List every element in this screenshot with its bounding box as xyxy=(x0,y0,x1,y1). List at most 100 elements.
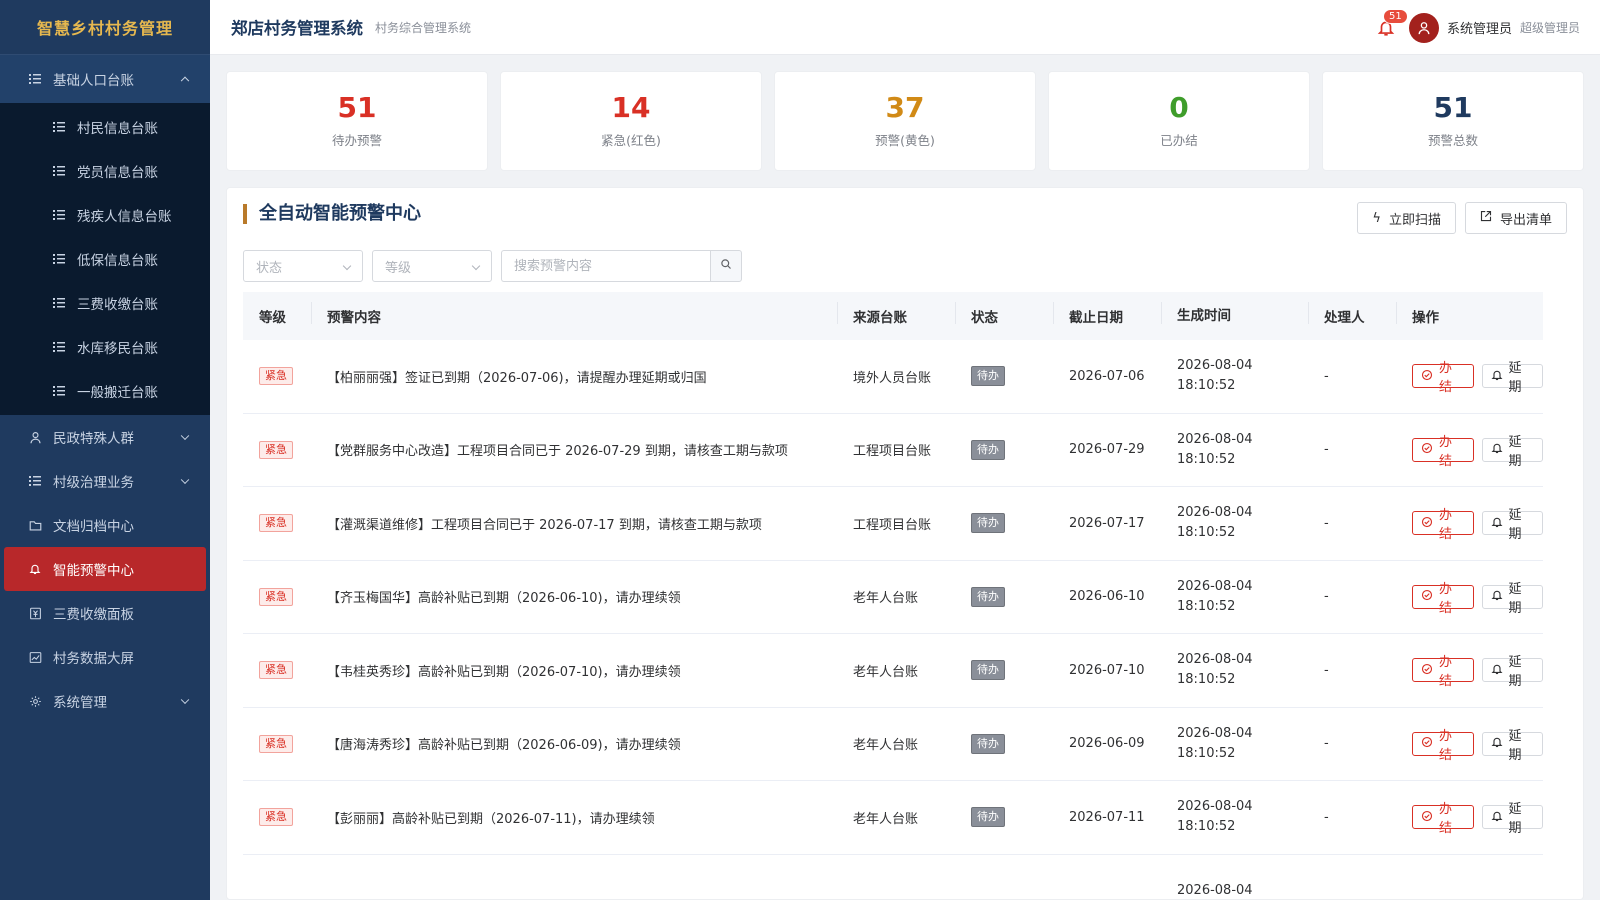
submenu-label: 低保信息台账 xyxy=(77,253,158,269)
status-tag: 待办 xyxy=(971,439,1005,460)
status-cell: 待办 xyxy=(955,439,1053,460)
notification-bell-icon[interactable]: 51 xyxy=(1377,8,1408,37)
extend-button[interactable]: 延期 xyxy=(1481,361,1543,395)
submenu-item-relocation[interactable]: 一般搬迁台账 xyxy=(0,369,210,413)
submenu-item-fees[interactable]: 三费收缴台账 xyxy=(0,281,210,325)
col-header-source: 来源台账 xyxy=(837,302,955,326)
search-button[interactable] xyxy=(710,250,742,282)
extend-button-label: 延期 xyxy=(1508,581,1522,616)
submenu-item-disabled[interactable]: 残疾人信息台账 xyxy=(0,193,210,237)
created-cell: 2026-08-04 18:10:52 xyxy=(1161,724,1308,764)
sidebar-item-alerts[interactable]: 智能预警中心 xyxy=(4,547,206,591)
extend-button-label: 延期 xyxy=(1508,802,1522,837)
complete-button-label: 办结 xyxy=(1439,434,1453,469)
col-header-level: 等级 xyxy=(259,310,286,326)
submenu-item-reservoir-migrants[interactable]: 水库移民台账 xyxy=(0,325,210,369)
sidebar: 智慧乡村村务管理 基础人口台账 村民信息台账 党员信息台账 残疾人信息台账 低保… xyxy=(0,0,210,900)
status-select[interactable]: 状态 xyxy=(243,250,363,282)
status-tag: 待办 xyxy=(971,366,1005,387)
extend-button[interactable]: 延期 xyxy=(1481,729,1543,763)
sidebar-item-civil-affairs[interactable]: 民政特殊人群 xyxy=(0,415,210,459)
extend-button[interactable]: 延期 xyxy=(1481,802,1543,836)
source-cell: 老年人台账 xyxy=(853,811,919,827)
status-cell: 待办 xyxy=(955,660,1053,681)
sidebar-item-system[interactable]: 系统管理 xyxy=(0,679,210,723)
complete-button[interactable]: 办结 xyxy=(1412,802,1474,836)
submenu-label: 党员信息台账 xyxy=(77,165,158,181)
bell-icon xyxy=(1491,589,1503,604)
level-tag: 紧急 xyxy=(259,514,293,533)
handler-cell: - xyxy=(1324,589,1329,605)
complete-button[interactable]: 办结 xyxy=(1412,655,1474,689)
sidebar-item-archive[interactable]: 文档归档中心 xyxy=(0,503,210,547)
ops-cell: 办结 延期 xyxy=(1396,361,1543,395)
level-tag: 紧急 xyxy=(259,587,293,606)
complete-button[interactable]: 办结 xyxy=(1412,582,1474,616)
sidebar-item-label: 三费收缴面板 xyxy=(53,607,134,623)
user-name[interactable]: 系统管理员 xyxy=(1447,18,1512,37)
extend-button[interactable]: 延期 xyxy=(1481,655,1543,689)
gear-icon xyxy=(28,694,42,708)
ops-cell: 办结 延期 xyxy=(1396,582,1543,616)
submenu-item-low-income[interactable]: 低保信息台账 xyxy=(0,237,210,281)
list-icon xyxy=(52,384,66,398)
sidebar-item-governance[interactable]: 村级治理业务 xyxy=(0,459,210,503)
alert-panel: 全自动智能预警中心 ϟ 立即扫描 导出清单 状态 等级 等级 预警内容 来源台账 … xyxy=(226,187,1584,900)
menu-group-population[interactable]: 基础人口台账 xyxy=(0,55,210,103)
level-tag: 紧急 xyxy=(259,808,293,827)
col-header-content: 预警内容 xyxy=(311,302,837,326)
level-tag: 紧急 xyxy=(259,440,293,459)
complete-button[interactable]: 办结 xyxy=(1412,361,1474,395)
extend-button[interactable]: 延期 xyxy=(1481,508,1543,542)
stat-value: 51 xyxy=(1433,91,1473,125)
level-cell: 紧急 xyxy=(243,440,311,459)
complete-button[interactable]: 办结 xyxy=(1412,508,1474,542)
stat-label: 预警总数 xyxy=(1427,132,1478,148)
scan-button-label: 立即扫描 xyxy=(1388,212,1441,228)
handler-cell: - xyxy=(1324,809,1329,825)
sidebar-item-fee-panel[interactable]: 三费收缴面板 xyxy=(0,591,210,635)
search-input[interactable] xyxy=(501,250,710,282)
content-cell: 【唐海涛秀珍】高龄补贴已到期（2026-06-09)，请办理续领 xyxy=(327,738,681,754)
export-button-label: 导出清单 xyxy=(1499,212,1552,228)
stat-value: 37 xyxy=(885,91,925,125)
extend-button[interactable]: 延期 xyxy=(1481,582,1543,616)
stat-value: 14 xyxy=(611,91,651,125)
complete-button[interactable]: 办结 xyxy=(1412,729,1474,763)
table-row: 紧急 2026-08-04 办结 延期 xyxy=(243,855,1543,900)
col-header-due: 截止日期 xyxy=(1053,302,1161,326)
ops-cell: 办结 延期 xyxy=(1396,879,1543,899)
filter-bar: 状态 等级 xyxy=(243,250,742,282)
complete-button-label: 办结 xyxy=(1439,361,1453,396)
submenu-population: 村民信息台账 党员信息台账 残疾人信息台账 低保信息台账 三费收缴台账 水库移民… xyxy=(0,103,210,415)
avatar[interactable] xyxy=(1408,12,1439,43)
col-header-handler: 处理人 xyxy=(1308,302,1396,326)
table-row: 紧急 【韦桂英秀珍】高龄补贴已到期（2026-07-10)，请办理续领 老年人台… xyxy=(243,634,1543,708)
status-cell: 待办 xyxy=(955,366,1053,387)
level-select[interactable]: 等级 xyxy=(372,250,492,282)
complete-button-label: 办结 xyxy=(1439,581,1453,616)
extend-button[interactable]: 延期 xyxy=(1481,435,1543,469)
list-icon xyxy=(52,208,66,222)
ops-cell: 办结 延期 xyxy=(1396,729,1543,763)
created-cell: 2026-08-04 xyxy=(1161,881,1308,899)
list-icon xyxy=(28,72,42,86)
submenu-label: 一般搬迁台账 xyxy=(77,385,158,401)
table-row: 紧急 【彭丽丽】高龄补贴已到期（2026-07-11)，请办理续领 老年人台账 … xyxy=(243,781,1543,855)
complete-button[interactable]: 办结 xyxy=(1412,435,1474,469)
created-cell: 2026-08-04 18:10:52 xyxy=(1161,430,1308,470)
panel-title: 全自动智能预警中心 xyxy=(243,204,421,224)
complete-button-label: 办结 xyxy=(1439,655,1453,690)
created-cell: 2026-08-04 18:10:52 xyxy=(1161,577,1308,617)
user-role: 超级管理员 xyxy=(1519,21,1580,35)
sidebar-item-dashboard[interactable]: 村务数据大屏 xyxy=(0,635,210,679)
submenu-item-villagers[interactable]: 村民信息台账 xyxy=(0,105,210,149)
extend-button-label: 延期 xyxy=(1508,728,1522,763)
extend-button-label: 延期 xyxy=(1508,655,1522,690)
created-time: 18:10:52 xyxy=(1177,745,1236,761)
scan-button[interactable]: ϟ 立即扫描 xyxy=(1357,202,1456,234)
content-cell: 【灌溉渠道维修】工程项目合同已于 2026-07-17 到期，请核查工期与款项 xyxy=(327,517,762,533)
content-cell: 【彭丽丽】高龄补贴已到期（2026-07-11)，请办理续领 xyxy=(327,811,655,827)
submenu-item-party-members[interactable]: 党员信息台账 xyxy=(0,149,210,193)
export-button[interactable]: 导出清单 xyxy=(1464,202,1567,234)
